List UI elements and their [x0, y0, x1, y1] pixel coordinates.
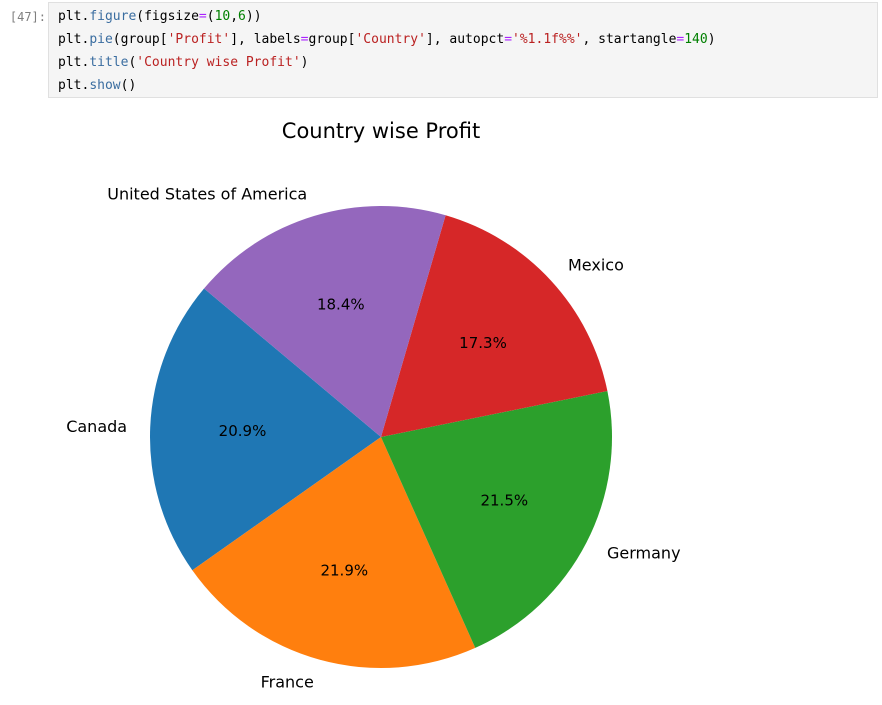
code-token: figure — [89, 9, 137, 24]
code-token: = — [300, 32, 309, 47]
pie-percent-label: 17.3% — [459, 334, 507, 352]
code-token: , — [230, 9, 239, 24]
code-token: ( — [206, 9, 215, 24]
code-token: ], labels — [230, 32, 301, 47]
code-token: group[ — [308, 32, 356, 47]
pie-category-label-germany: Germany — [607, 544, 681, 563]
code-token: '%1.1f%%' — [512, 32, 583, 47]
pie-percent-label: 21.9% — [320, 562, 368, 580]
pie-percent-label: 18.4% — [317, 295, 365, 313]
pie-category-label-united-states-of-america: United States of America — [107, 184, 307, 203]
code-token: plt. — [58, 32, 90, 47]
code-token: (figsize — [136, 9, 199, 24]
code-token: ) — [707, 32, 716, 47]
code-token: 'Country wise Profit' — [136, 55, 301, 70]
chart-title: Country wise Profit — [282, 119, 480, 143]
pie-category-label-canada: Canada — [66, 417, 127, 436]
code-token: plt. — [58, 55, 90, 70]
cell-prompt: [47]: — [9, 10, 46, 24]
code-line[interactable]: plt.figure(figsize=(10,6)) — [58, 6, 262, 28]
code-token: 10 — [214, 9, 231, 24]
code-line[interactable]: plt.pie(group['Profit'], labels=group['C… — [58, 29, 716, 51]
code-token: , startangle — [582, 32, 677, 47]
code-token: 140 — [684, 32, 708, 47]
pie-percent-label: 20.9% — [219, 422, 267, 440]
cell-output: Country wise Profit 20.9% 21.9% 21.5% 17.3%… — [48, 100, 882, 701]
code-token: plt. — [58, 78, 90, 93]
code-token: = — [198, 9, 207, 24]
code-token: 'Country' — [355, 32, 426, 47]
code-token: ], autopct — [425, 32, 505, 47]
code-token: pie — [89, 32, 113, 47]
code-token: ) — [300, 55, 309, 70]
code-token: )) — [245, 9, 262, 24]
code-token: title — [89, 55, 129, 70]
code-token: () — [120, 78, 137, 93]
code-token: = — [504, 32, 513, 47]
code-token: plt. — [58, 9, 90, 24]
code-line[interactable]: plt.title('Country wise Profit') — [58, 52, 308, 74]
code-line[interactable]: plt.show() — [58, 75, 136, 97]
pie-percent-label: 21.5% — [480, 491, 528, 509]
code-editor[interactable]: plt.figure(figsize=(10,6)) plt.pie(group… — [48, 2, 878, 98]
pie-chart: Country wise Profit 20.9% 21.9% 21.5% 17.3%… — [66, 119, 681, 692]
code-token: (group[ — [112, 32, 168, 47]
pie-category-label-mexico: Mexico — [568, 255, 624, 274]
code-token: 'Profit' — [167, 32, 231, 47]
code-token: show — [89, 78, 121, 93]
code-token: 6 — [238, 9, 246, 24]
pie-category-label-france: France — [261, 673, 314, 692]
